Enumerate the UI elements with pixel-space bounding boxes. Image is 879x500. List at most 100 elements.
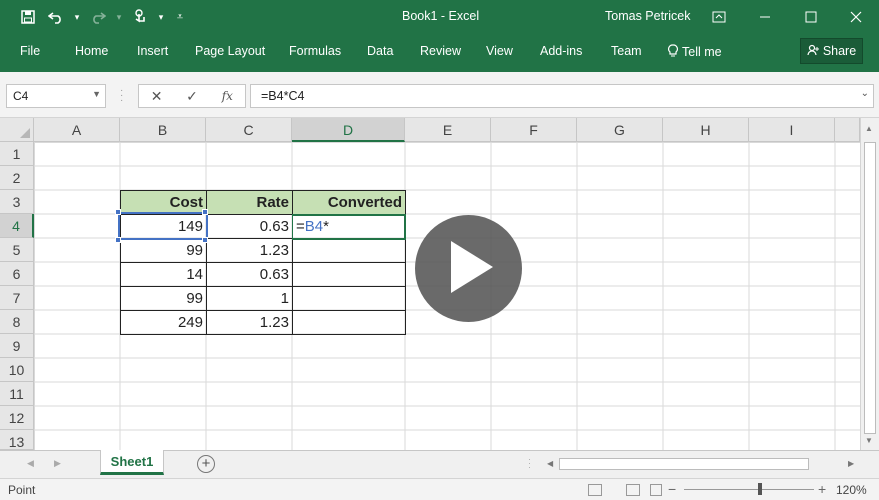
row-header-11[interactable]: 11	[0, 382, 34, 406]
reference-handle[interactable]	[202, 209, 208, 215]
scroll-right-icon[interactable]: ▶	[848, 459, 854, 468]
table-cell-rate[interactable]: 1	[206, 286, 293, 311]
table-cell-converted[interactable]	[292, 286, 406, 311]
page-break-view-icon[interactable]	[650, 484, 662, 496]
formula-input[interactable]: =B4*C4 ⌄	[250, 84, 874, 108]
save-icon[interactable]	[14, 0, 42, 34]
tab-insert[interactable]: Insert	[137, 44, 168, 58]
table-cell-rate[interactable]: 1.23	[206, 238, 293, 263]
row-header-13[interactable]: 13	[0, 430, 34, 450]
column-header-c[interactable]: C	[206, 118, 292, 142]
table-cell-cost[interactable]: 14	[120, 262, 207, 287]
normal-view-icon[interactable]	[588, 484, 602, 496]
cancel-icon[interactable]: ✕	[139, 88, 174, 105]
touch-dropdown-icon[interactable]: ▾	[154, 0, 168, 34]
column-header-h[interactable]: H	[663, 118, 749, 142]
scroll-down-icon[interactable]: ▼	[865, 436, 873, 445]
row-header-8[interactable]: 8	[0, 310, 34, 334]
resize-handle-icon[interactable]: · · ·	[120, 86, 126, 106]
zoom-out-icon[interactable]: −	[668, 481, 676, 497]
scroll-left-icon[interactable]: ◀	[547, 459, 553, 468]
chevron-down-icon[interactable]: ▼	[92, 89, 101, 99]
row-header-7[interactable]: 7	[0, 286, 34, 310]
customize-toolbar-icon[interactable]: ⩡	[168, 0, 192, 34]
vertical-scrollbar[interactable]: ▲ ▼	[860, 118, 879, 450]
sheet-nav-next-icon[interactable]: ▶	[54, 458, 61, 469]
column-header-f[interactable]: F	[491, 118, 577, 142]
row-header-1[interactable]: 1	[0, 142, 34, 166]
row-header-3[interactable]: 3	[0, 190, 34, 214]
column-header-i[interactable]: I	[749, 118, 835, 142]
tab-view[interactable]: View	[486, 44, 513, 58]
tell-me-search[interactable]: Tell me	[668, 44, 722, 61]
page-layout-view-icon[interactable]	[626, 484, 640, 496]
row-header-12[interactable]: 12	[0, 406, 34, 430]
tab-file[interactable]: File	[20, 44, 40, 58]
horizontal-scroll-thumb[interactable]	[559, 458, 809, 470]
scroll-up-icon[interactable]: ▲	[865, 124, 873, 133]
zoom-slider-knob[interactable]	[758, 483, 762, 495]
row-header-6[interactable]: 6	[0, 262, 34, 286]
table-cell-converted[interactable]	[292, 238, 406, 263]
tab-formulas[interactable]: Formulas	[289, 44, 341, 58]
reference-handle[interactable]	[115, 209, 121, 215]
table-cell-converted[interactable]	[292, 262, 406, 287]
tab-data[interactable]: Data	[367, 44, 393, 58]
column-header-a[interactable]: A	[34, 118, 120, 142]
tab-add-ins[interactable]: Add-ins	[540, 44, 582, 58]
tab-page-layout[interactable]: Page Layout	[195, 44, 265, 58]
table-cell-converted[interactable]	[292, 310, 406, 335]
undo-icon[interactable]	[42, 0, 70, 34]
row-header-10[interactable]: 10	[0, 358, 34, 382]
insert-function-icon[interactable]: fx	[210, 89, 245, 103]
column-header-e[interactable]: E	[405, 118, 491, 142]
table-cell-rate[interactable]: 0.63	[206, 214, 293, 239]
header-rate[interactable]: Rate	[206, 190, 293, 215]
vertical-scroll-thumb[interactable]	[864, 142, 876, 434]
maximize-icon[interactable]	[788, 0, 834, 34]
table-cell-rate[interactable]: 0.63	[206, 262, 293, 287]
ribbon-tabs: File Home Insert Page Layout Formulas Da…	[0, 34, 879, 72]
share-button[interactable]: Share	[800, 38, 863, 64]
tab-team[interactable]: Team	[611, 44, 642, 58]
zoom-level[interactable]: 120%	[836, 483, 867, 497]
tab-split-handle-icon[interactable]: · · ·	[528, 455, 532, 472]
row-header-4[interactable]: 4	[0, 214, 34, 238]
column-header-j[interactable]	[835, 118, 860, 142]
undo-dropdown-icon[interactable]: ▾	[70, 0, 84, 34]
name-box[interactable]: C4 ▼	[6, 84, 106, 108]
touch-mode-icon[interactable]	[126, 0, 154, 34]
reference-handle[interactable]	[202, 237, 208, 243]
column-header-b[interactable]: B	[120, 118, 206, 142]
table-cell-rate[interactable]: 1.23	[206, 310, 293, 335]
play-button[interactable]	[415, 215, 522, 322]
table-cell-cost[interactable]: 99	[120, 286, 207, 311]
column-header-g[interactable]: G	[577, 118, 663, 142]
redo-icon[interactable]	[84, 0, 112, 34]
user-name[interactable]: Tomas Petricek	[605, 9, 690, 23]
header-converted[interactable]: Converted	[292, 190, 406, 215]
zoom-slider[interactable]	[684, 489, 814, 490]
redo-dropdown-icon[interactable]: ▾	[112, 0, 126, 34]
reference-handle[interactable]	[115, 237, 121, 243]
close-icon[interactable]	[833, 0, 879, 34]
table-cell-cost[interactable]: 249	[120, 310, 207, 335]
zoom-in-icon[interactable]: +	[818, 481, 826, 497]
enter-icon[interactable]: ✓	[174, 88, 209, 105]
sheet-nav-prev-icon[interactable]: ◀	[27, 458, 34, 469]
ribbon-display-options-icon[interactable]	[696, 0, 742, 34]
row-header-5[interactable]: 5	[0, 238, 34, 262]
row-header-9[interactable]: 9	[0, 334, 34, 358]
minimize-icon[interactable]	[742, 0, 788, 34]
tab-review[interactable]: Review	[420, 44, 461, 58]
table-cell-cost[interactable]: 99	[120, 238, 207, 263]
row-header-2[interactable]: 2	[0, 166, 34, 190]
horizontal-scrollbar[interactable]: ◀ ▶	[545, 457, 858, 472]
column-header-d[interactable]: D	[292, 118, 405, 142]
expand-formula-bar-icon[interactable]: ⌄	[861, 88, 869, 99]
select-all-corner[interactable]	[0, 118, 34, 142]
window-title: Book1 - Excel	[402, 9, 480, 23]
sheet-tab-sheet1[interactable]: Sheet1	[100, 450, 164, 475]
tab-home[interactable]: Home	[75, 44, 108, 58]
add-sheet-icon[interactable]: +	[197, 455, 215, 473]
